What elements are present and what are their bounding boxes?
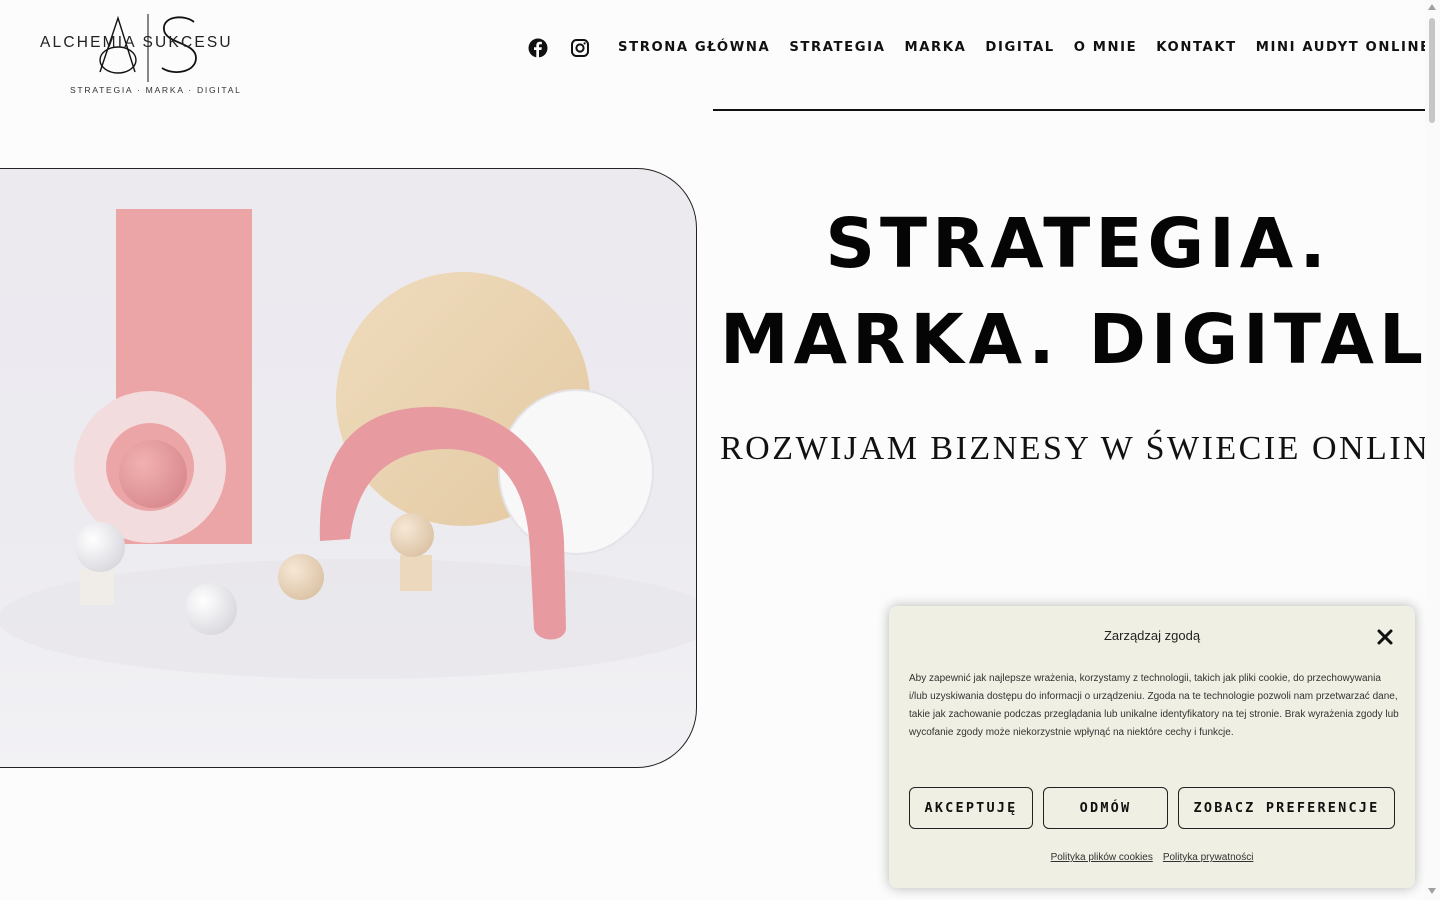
preferences-button[interactable]: ZOBACZ PREFERENCJE — [1178, 787, 1395, 829]
consent-links: Polityka plików cookies Polityka prywatn… — [889, 852, 1415, 863]
hero-illustration — [0, 209, 696, 679]
consent-title: Zarządzaj zgodą — [1103, 628, 1201, 643]
close-icon[interactable] — [1376, 628, 1394, 646]
facebook-icon[interactable] — [528, 38, 548, 58]
scroll-down-arrow[interactable] — [1428, 888, 1436, 894]
page-scrollbar[interactable] — [1425, 0, 1440, 900]
nav-item-strategia[interactable]: STRATEGIA — [789, 40, 885, 55]
site-logo[interactable]: ALCHEMIA SUKCESU STRATEGIA · MARKA · DIG… — [38, 12, 250, 96]
scrollbar-thumb[interactable] — [1429, 18, 1435, 123]
nav-item-o-mnie[interactable]: O MNIE — [1074, 40, 1137, 55]
hero-headline-line2: MARKA. DIGITAL. — [720, 300, 1440, 380]
nav-item-marka[interactable]: MARKA — [905, 40, 967, 55]
nav-item-strona-glowna[interactable]: STRONA GŁÓWNA — [618, 40, 770, 55]
cookie-consent-modal: Zarządzaj zgodą Aby zapewnić jak najleps… — [889, 606, 1415, 888]
logo-tagline: STRATEGIA · MARKA · DIGITAL — [70, 85, 242, 95]
nav-item-mini-audyt-online[interactable]: MINI AUDYT ONLINE — [1256, 40, 1431, 55]
scroll-up-arrow[interactable] — [1428, 4, 1436, 10]
privacy-policy-link[interactable]: Polityka prywatności — [1163, 852, 1254, 863]
accept-button[interactable]: AKCEPTUJĘ — [909, 787, 1033, 829]
nav-item-kontakt[interactable]: KONTAKT — [1156, 40, 1236, 55]
consent-body: Aby zapewnić jak najlepsze wrażenia, kor… — [909, 673, 1399, 738]
hero-headline: STRATEGIA. MARKA. DIGITAL. — [720, 196, 1440, 388]
nav-divider — [713, 109, 1425, 111]
main-nav: STRONA GŁÓWNA STRATEGIA MARKA DIGITAL O … — [618, 40, 1440, 55]
cookie-policy-link[interactable]: Polityka plików cookies — [1051, 852, 1153, 863]
logo-brand-name: ALCHEMIA SUKCESU — [40, 34, 233, 51]
nav-item-digital[interactable]: DIGITAL — [985, 40, 1054, 55]
hero-image — [0, 168, 697, 768]
instagram-icon[interactable] — [570, 38, 590, 58]
hero-subheadline: ROZWIJAM BIZNESY W ŚWIECIE ONLINE — [720, 430, 1440, 467]
hero-headline-line1: STRATEGIA. — [825, 204, 1331, 284]
deny-button[interactable]: ODMÓW — [1043, 787, 1168, 829]
social-links — [528, 38, 590, 58]
